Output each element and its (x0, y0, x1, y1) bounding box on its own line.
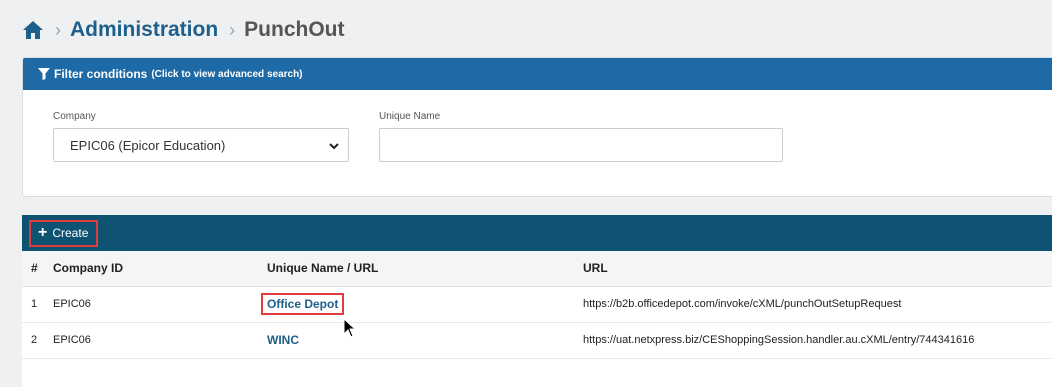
unique-name-label: Unique Name (379, 111, 441, 122)
row-company-id: EPIC06 (53, 286, 267, 323)
column-header-url[interactable]: URL (583, 251, 1052, 287)
unique-name-link[interactable]: WINC (267, 333, 299, 347)
column-header-unique-name[interactable]: Unique Name / URL (267, 251, 583, 287)
unique-name-link[interactable]: Office Depot (261, 293, 345, 315)
punchout-table: # Company ID Unique Name / URL URL 1 EPI… (22, 251, 1052, 359)
create-button-label: Create (52, 226, 89, 240)
row-number: 2 (22, 322, 53, 359)
breadcrumb-administration[interactable]: Administration (70, 18, 218, 42)
unique-name-input[interactable] (379, 128, 783, 162)
chevron-right-icon: › (55, 19, 61, 40)
breadcrumb: › Administration › PunchOut (22, 16, 345, 44)
company-select-value: EPIC06 (Epicor Education) (70, 137, 226, 153)
column-header-number[interactable]: # (22, 251, 53, 287)
page-title: PunchOut (244, 18, 345, 41)
home-icon[interactable] (22, 20, 44, 40)
chevron-down-icon (329, 143, 339, 150)
chevron-right-icon: › (229, 19, 236, 40)
company-label: Company (53, 111, 96, 122)
company-select[interactable]: EPIC06 (Epicor Education) (53, 128, 349, 162)
column-header-company-id[interactable]: Company ID (53, 251, 267, 287)
table-row: 2 EPIC06 WINC https://uat.netxpress.biz/… (22, 322, 1052, 359)
plus-icon: + (38, 224, 48, 241)
row-number: 1 (22, 286, 53, 323)
mouse-cursor-icon (343, 318, 357, 338)
create-button[interactable]: + Create (29, 219, 99, 247)
filter-panel: Filter conditions (Click to view advance… (22, 57, 1052, 197)
filter-icon (38, 68, 50, 80)
filter-header[interactable]: Filter conditions (Click to view advance… (23, 58, 1052, 90)
results-toolbar: + Create (22, 215, 1052, 251)
row-url: https://uat.netxpress.biz/CEShoppingSess… (583, 322, 1052, 359)
row-company-id: EPIC06 (53, 322, 267, 359)
table-header-row: # Company ID Unique Name / URL URL (22, 251, 1052, 287)
table-row: 1 EPIC06 Office Depot https://b2b.office… (22, 286, 1052, 323)
row-url: https://b2b.officedepot.com/invoke/cXML/… (583, 286, 1052, 323)
filter-title: Filter conditions (54, 67, 148, 81)
filter-hint: (Click to view advanced search) (151, 68, 303, 80)
results-panel: + Create # Company ID Unique Name / URL … (22, 215, 1052, 387)
